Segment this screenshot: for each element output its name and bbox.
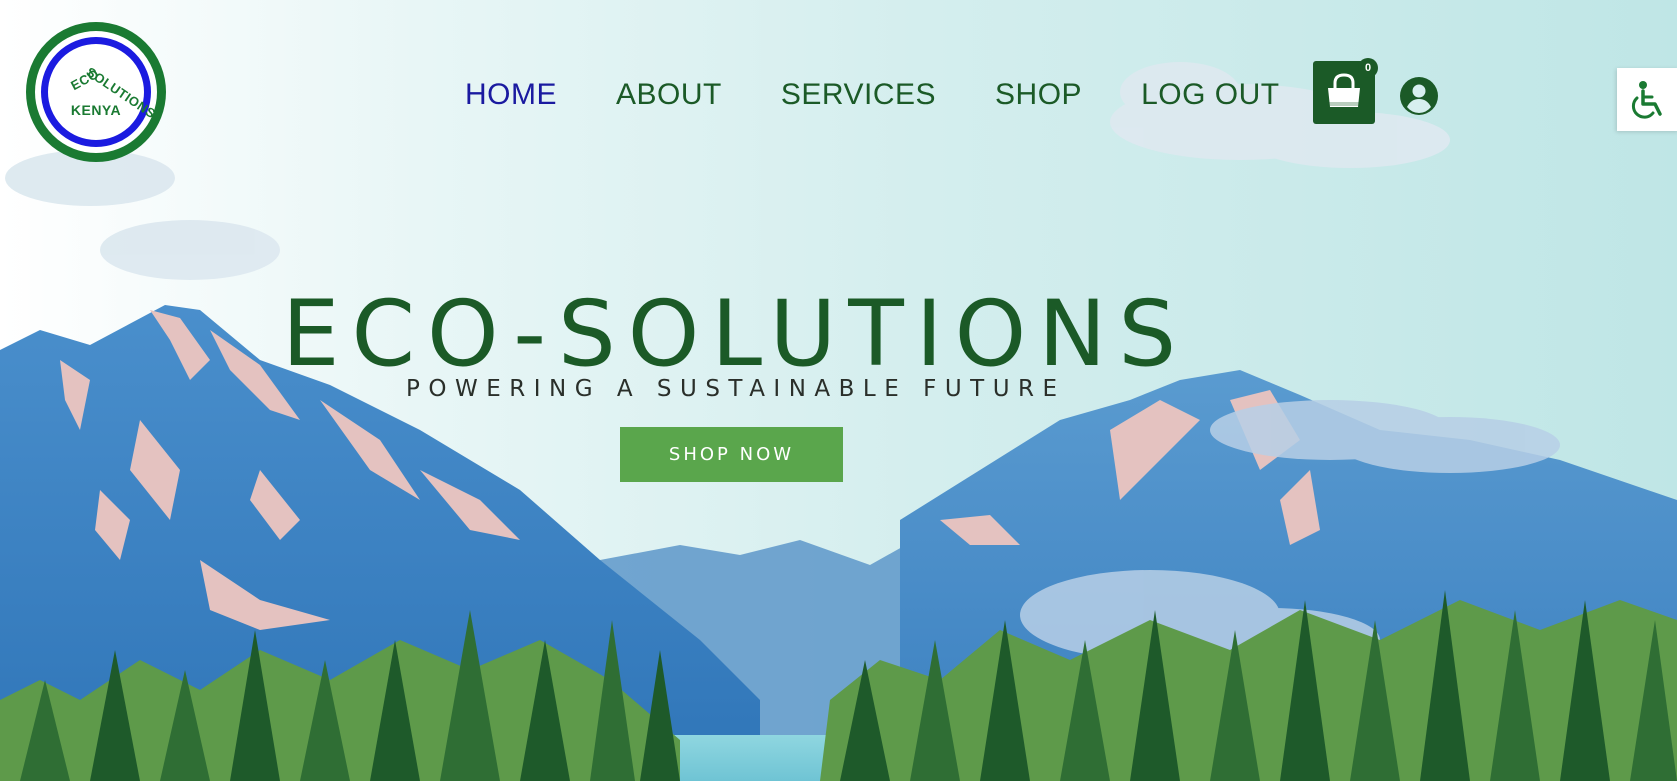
shop-now-button[interactable]: SHOP NOW	[620, 427, 843, 482]
nav-services[interactable]: SERVICES	[781, 78, 936, 112]
cart-count-badge: 0	[1358, 58, 1378, 78]
brand-logo[interactable]: ECO SOLUTIONS KENYA	[26, 22, 166, 162]
hero-section: ECO SOLUTIONS KENYA HOME ABOUT SERVICES …	[0, 0, 1677, 781]
hero-tagline: POWERING A SUSTAINABLE FUTURE	[406, 376, 1066, 402]
nav-log-out[interactable]: LOG OUT	[1141, 78, 1280, 112]
nav-shop[interactable]: SHOP	[995, 78, 1082, 112]
hero-title: ECO-SOLUTIONS	[282, 282, 1189, 387]
main-nav: HOME ABOUT SERVICES SHOP LOG OUT	[465, 76, 1280, 114]
nav-about[interactable]: ABOUT	[616, 78, 722, 112]
wheelchair-icon	[1631, 81, 1662, 119]
logo-kenya-text: KENYA	[70, 102, 122, 118]
accessibility-button[interactable]	[1617, 68, 1677, 131]
user-circle-icon[interactable]	[1399, 76, 1439, 116]
logo-inner-ring: ECO SOLUTIONS KENYA	[41, 37, 159, 147]
nav-home[interactable]: HOME	[465, 78, 557, 112]
